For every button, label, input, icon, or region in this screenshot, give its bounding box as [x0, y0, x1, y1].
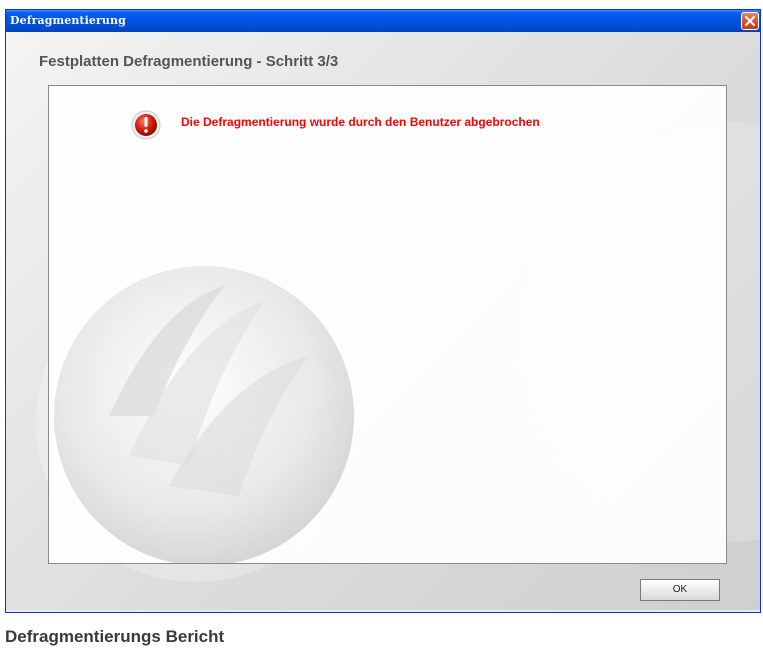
ok-button[interactable]: OK — [640, 579, 720, 601]
window-title: Defragmentierung — [10, 14, 126, 27]
error-icon — [131, 110, 161, 140]
close-icon — [745, 16, 755, 26]
step-heading: Festplatten Defragmentierung - Schritt 3… — [39, 53, 339, 70]
defragmentation-window: Defragmentierung Festplatten Defragmenti… — [5, 9, 761, 613]
page-caption: Defragmentierungs Bericht — [5, 627, 225, 646]
window-titlebar[interactable]: Defragmentierung — [6, 10, 760, 32]
dialog-body: Festplatten Defragmentierung - Schritt 3… — [6, 32, 760, 610]
close-button[interactable] — [741, 12, 759, 30]
result-panel: Die Defragmentierung wurde durch den Ben… — [48, 85, 727, 564]
error-message: Die Defragmentierung wurde durch den Ben… — [181, 115, 540, 129]
brand-logo-watermark — [54, 266, 354, 563]
